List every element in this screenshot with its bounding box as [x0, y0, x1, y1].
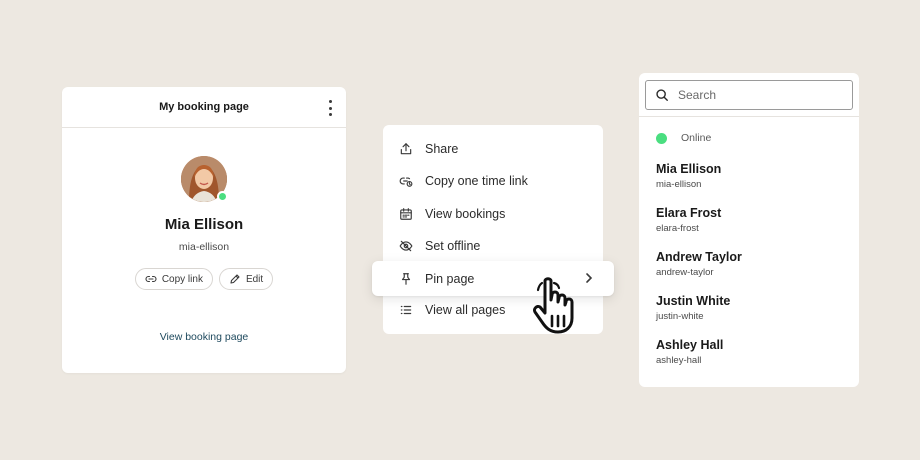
share-icon	[399, 142, 413, 156]
edit-button[interactable]: Edit	[218, 268, 274, 290]
copy-link-button[interactable]: Copy link	[134, 268, 213, 290]
menu-item-label: View all pages	[425, 303, 506, 317]
view-booking-page-link[interactable]: View booking page	[62, 331, 346, 343]
booking-card-title: My booking page	[159, 101, 249, 113]
menu-item-label: View bookings	[425, 207, 506, 221]
menu-item-set-offline[interactable]: Set offline	[383, 230, 603, 262]
menu-item-label: Pin page	[425, 271, 475, 286]
profile-handle: mia-ellison	[178, 241, 230, 253]
pin-icon	[399, 272, 413, 286]
profile-actions: Copy link Edit	[62, 268, 346, 290]
member-item[interactable]: Justin White justin-white	[656, 294, 846, 323]
search-icon	[655, 88, 669, 102]
eye-off-icon	[399, 239, 413, 253]
menu-item-view-bookings[interactable]: View bookings	[383, 198, 603, 230]
member-name: Andrew Taylor	[656, 250, 742, 264]
online-label: Online	[681, 132, 712, 144]
pencil-icon	[229, 273, 241, 285]
online-section-header: Online	[656, 132, 711, 144]
member-name: Ashley Hall	[656, 338, 724, 352]
edit-label: Edit	[245, 273, 264, 285]
copy-link-label: Copy link	[161, 273, 203, 285]
calendar-icon	[399, 207, 413, 221]
link-clock-icon	[399, 174, 413, 188]
members-panel: Online Mia Ellison mia-ellison Elara Fro…	[639, 73, 859, 387]
member-handle: ashley-hall	[656, 355, 702, 366]
online-status-dot	[217, 191, 228, 202]
member-item[interactable]: Ashley Hall ashley-hall	[656, 338, 846, 367]
member-name: Mia Ellison	[656, 162, 722, 176]
member-name: Elara Frost	[656, 206, 722, 220]
menu-item-copy-one-time-link[interactable]: Copy one time link	[383, 165, 603, 197]
avatar	[181, 156, 228, 202]
menu-item-label: Copy one time link	[425, 174, 528, 188]
member-handle: justin-white	[656, 311, 704, 322]
member-name: Justin White	[656, 294, 731, 308]
more-options-icon[interactable]	[326, 100, 334, 116]
menu-item-share[interactable]: Share	[383, 133, 603, 165]
search-box[interactable]	[645, 80, 853, 110]
member-handle: andrew-taylor	[656, 267, 714, 278]
link-icon	[145, 273, 157, 285]
search-input[interactable]	[678, 88, 838, 102]
member-item[interactable]: Andrew Taylor andrew-taylor	[656, 250, 846, 279]
member-item[interactable]: Elara Frost elara-frost	[656, 206, 846, 235]
menu-item-label: Set offline	[425, 239, 481, 253]
member-handle: mia-ellison	[656, 179, 702, 190]
member-handle: elara-frost	[656, 223, 699, 234]
divider	[639, 116, 859, 117]
hand-pointer-icon	[530, 276, 588, 336]
list-icon	[399, 303, 413, 317]
menu-item-label: Share	[425, 142, 459, 156]
online-status-dot	[656, 132, 667, 144]
booking-card-header: My booking page	[62, 87, 346, 128]
profile-name: Mia Ellison	[164, 216, 244, 233]
member-item[interactable]: Mia Ellison mia-ellison	[656, 162, 846, 191]
booking-page-card: My booking page Mia Ellison mia-ellison	[62, 87, 346, 373]
